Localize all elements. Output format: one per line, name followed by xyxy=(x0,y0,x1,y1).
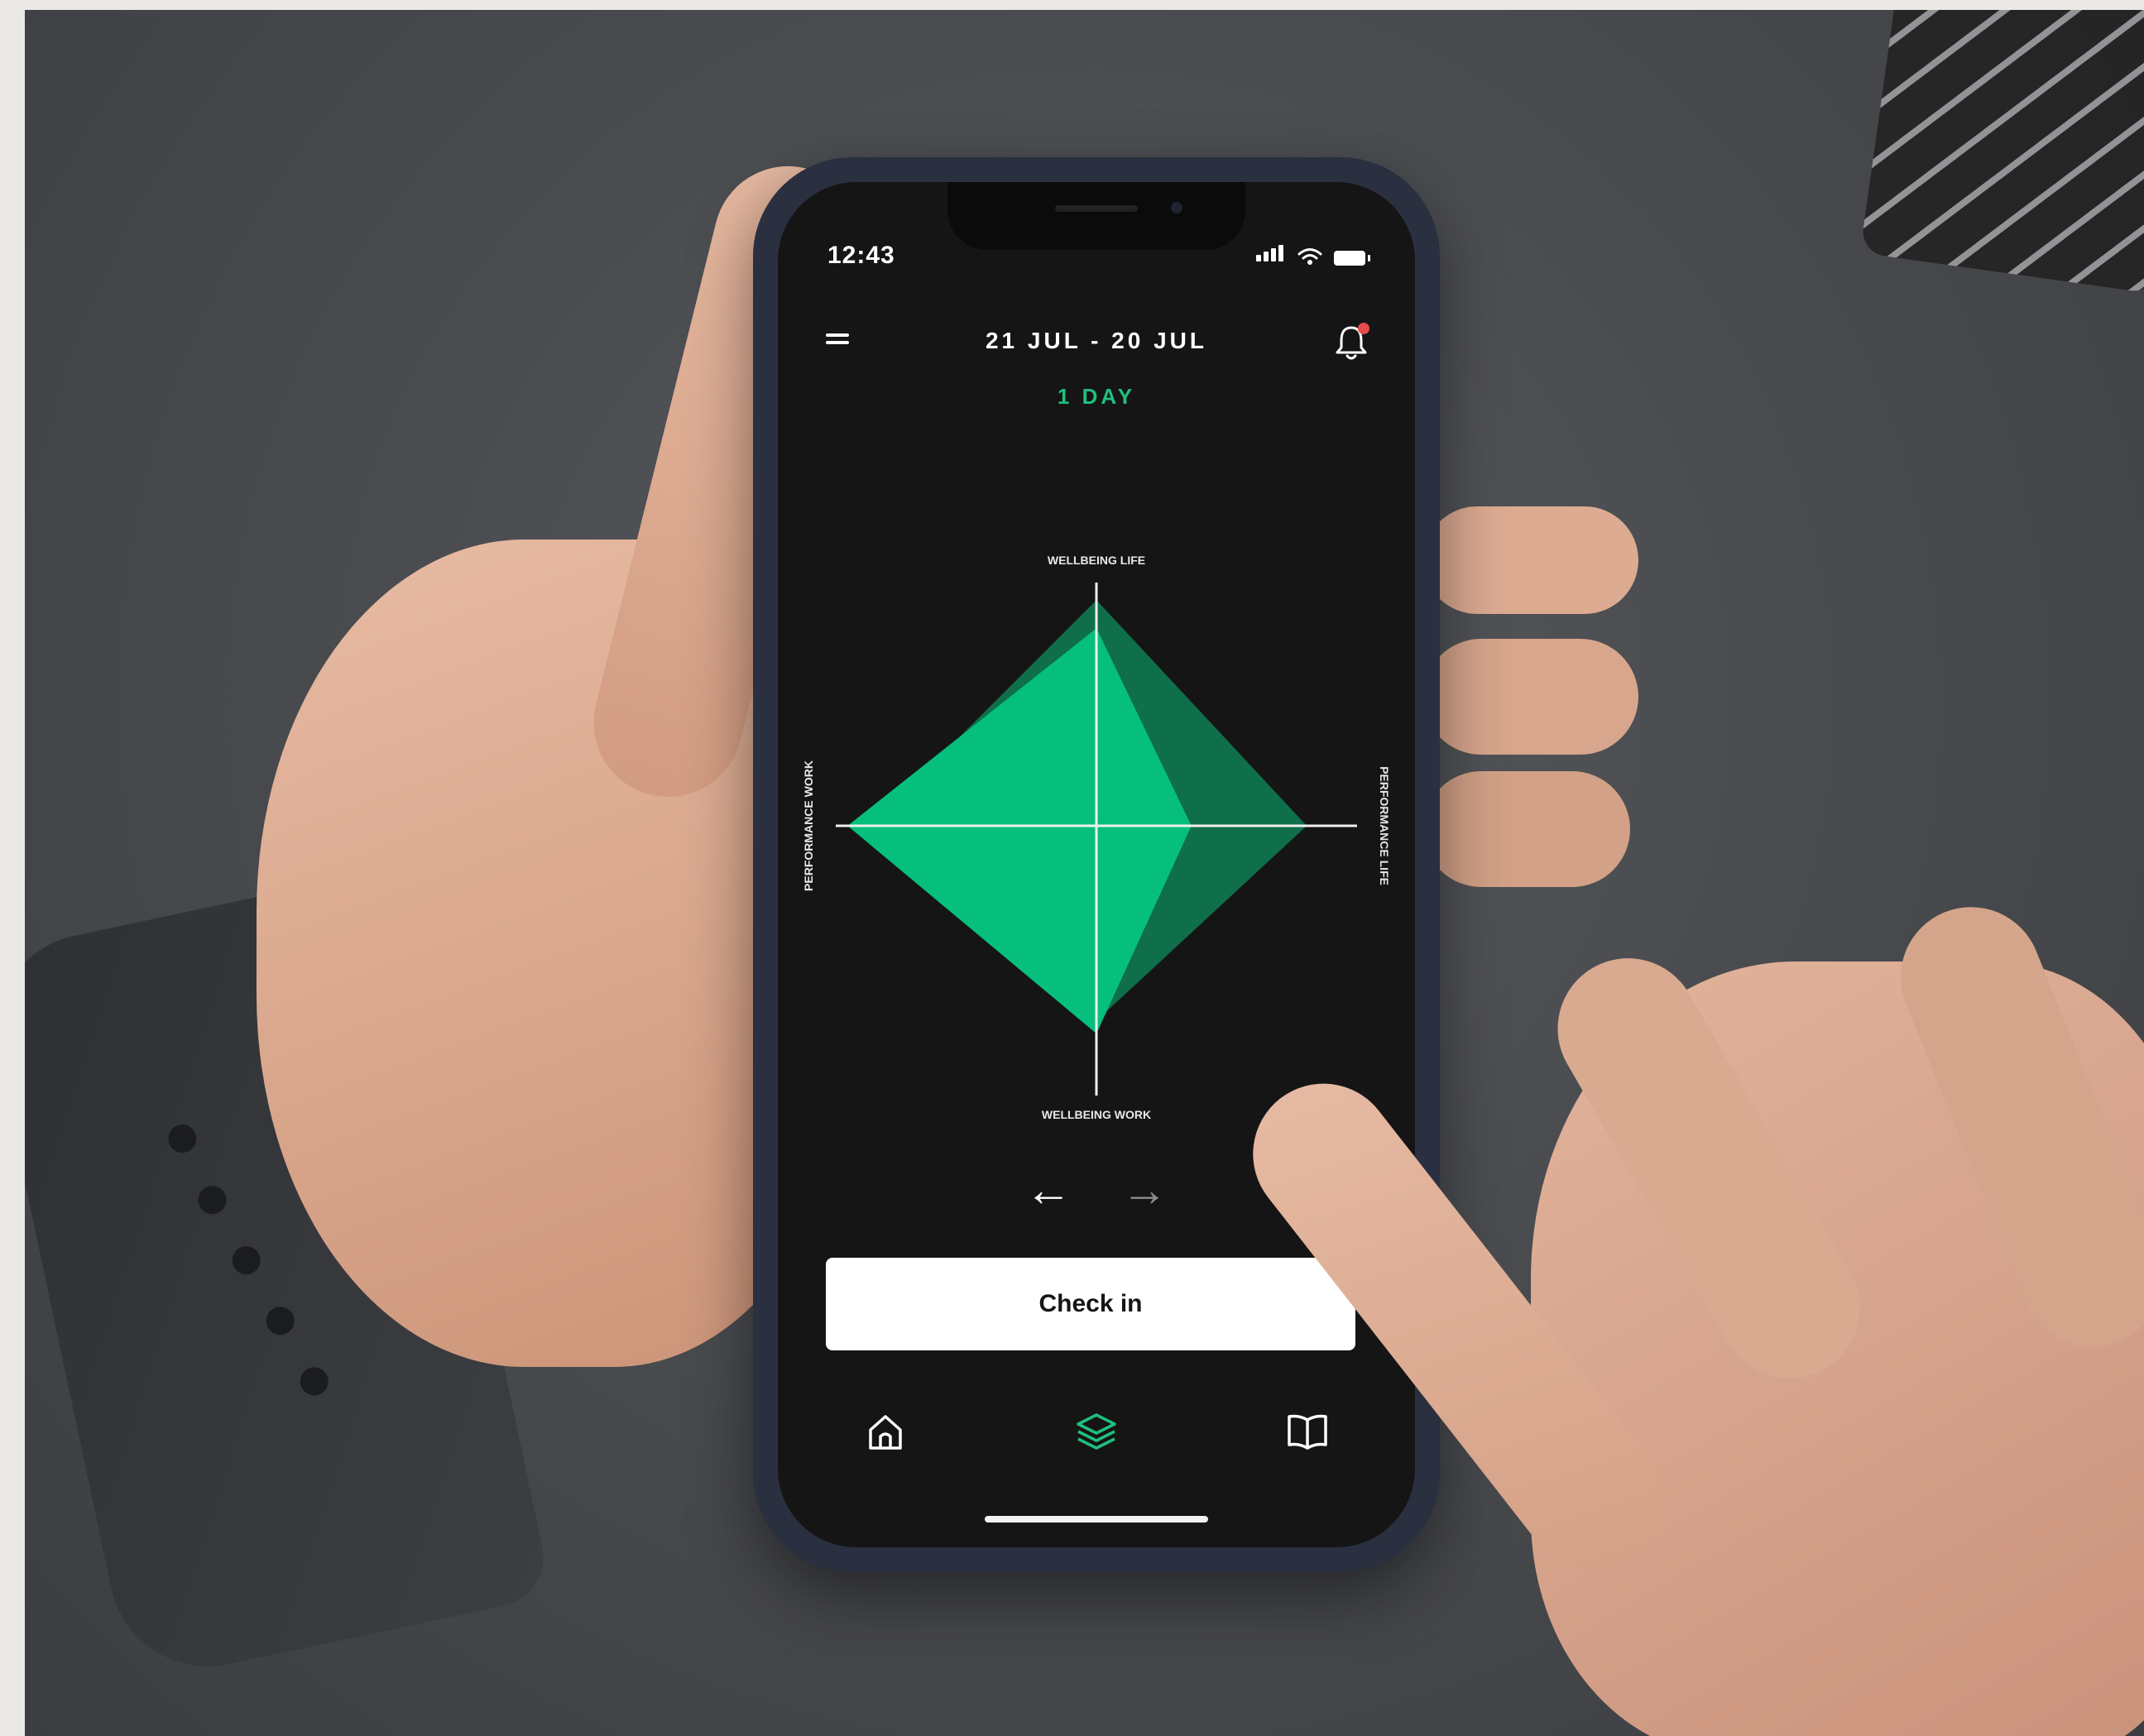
arrow-left-icon[interactable]: ← xyxy=(1025,1167,1072,1213)
status-icons xyxy=(1256,245,1370,266)
axis-label-right: PERFORMANCE LIFE xyxy=(1378,766,1391,885)
tab-bar xyxy=(778,1407,1415,1473)
signal-icon xyxy=(1256,245,1286,266)
check-in-button[interactable]: Check in xyxy=(826,1258,1355,1350)
radar-chart: WELLBEING LIFE PERFORMANCE LIFE WELLBEIN… xyxy=(802,554,1391,1121)
battery-icon xyxy=(1334,251,1370,266)
period-label[interactable]: 1 DAY xyxy=(778,384,1415,410)
axis-label-left: PERFORMANCE WORK xyxy=(802,760,815,891)
date-range[interactable]: 21 JUL - 20 JUL xyxy=(778,328,1415,354)
notification-badge xyxy=(1358,323,1369,334)
axis-label-top: WELLBEING LIFE xyxy=(1048,554,1145,567)
front-camera xyxy=(1171,202,1182,213)
layers-icon[interactable] xyxy=(1072,1407,1121,1456)
left-finger xyxy=(1423,771,1630,887)
home-icon[interactable] xyxy=(861,1407,910,1456)
phone-frame: 12:43 21 JUL - 20 JUL 1 DAY WELLBEING LI… xyxy=(753,157,1440,1572)
phone-notch xyxy=(947,182,1245,250)
status-time: 12:43 xyxy=(827,242,895,269)
notebook-spiral xyxy=(1859,10,2144,295)
phone-screen: 12:43 21 JUL - 20 JUL 1 DAY WELLBEING LI… xyxy=(778,182,1415,1547)
wifi-icon xyxy=(1297,248,1322,265)
notification-bell-icon[interactable] xyxy=(1333,323,1369,362)
left-finger xyxy=(1423,506,1638,614)
left-finger xyxy=(1423,639,1638,755)
arrow-right-icon[interactable]: → xyxy=(1121,1167,1168,1213)
book-icon[interactable] xyxy=(1283,1407,1332,1456)
speaker xyxy=(1055,205,1138,212)
axis-label-bottom: WELLBEING WORK xyxy=(1042,1108,1151,1121)
home-indicator xyxy=(985,1516,1208,1523)
